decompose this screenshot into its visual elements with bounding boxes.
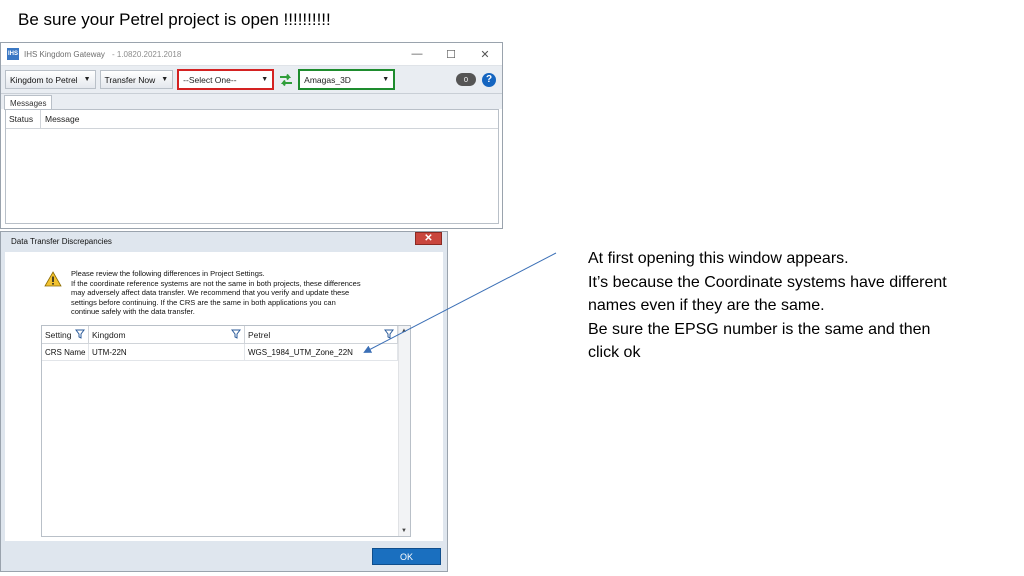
annotation-line: names even if they are the same.: [588, 297, 825, 314]
scroll-down-icon[interactable]: ▼: [401, 528, 407, 534]
cell-setting: CRS Name: [42, 344, 89, 360]
column-header-petrel[interactable]: Petrel: [245, 326, 398, 343]
messages-grid: Status Message: [5, 109, 499, 224]
table-row[interactable]: CRS Name UTM-22N WGS_1984_UTM_Zone_22N: [42, 344, 410, 361]
dialog-message: Please review the following differences …: [71, 269, 406, 317]
scroll-up-icon[interactable]: ▲: [401, 328, 407, 334]
filter-icon[interactable]: [231, 329, 241, 339]
column-header-status[interactable]: Status: [6, 110, 41, 128]
app-logo-icon: IHS: [7, 48, 19, 60]
column-header-message[interactable]: Message: [41, 110, 80, 128]
swap-arrows-icon[interactable]: [278, 72, 294, 88]
annotation-line: click ok: [588, 344, 641, 361]
close-button[interactable]: ✕: [468, 43, 502, 65]
annotation-line: Be sure the EPSG number is the same and …: [588, 320, 931, 338]
transfer-label: Transfer Now: [104, 74, 156, 85]
cell-petrel: WGS_1984_UTM_Zone_22N: [245, 344, 398, 360]
transfer-now-button[interactable]: Transfer Now ▼: [99, 70, 174, 89]
target-select-value: Amagas_3D: [304, 74, 351, 85]
column-header-setting[interactable]: Setting: [42, 326, 89, 343]
column-header-kingdom[interactable]: Kingdom: [89, 326, 245, 343]
app-logo-text: IHS: [7, 51, 18, 57]
dialog-message-line: settings before continuing. If the CRS a…: [71, 297, 336, 307]
chevron-down-icon: ▼: [83, 76, 91, 83]
help-icon[interactable]: ?: [482, 72, 496, 87]
column-header-label: Petrel: [248, 329, 271, 340]
direction-dropdown[interactable]: Kingdom to Petrel ▼: [5, 70, 96, 89]
slide-title: Be sure your Petrel project is open !!!!…: [18, 10, 331, 29]
discrepancies-dialog: Data Transfer Discrepancies ✕ Please rev…: [0, 231, 448, 572]
direction-label: Kingdom to Petrel: [10, 74, 78, 85]
minimize-button[interactable]: —: [400, 43, 434, 65]
cell-kingdom: UTM-22N: [89, 344, 245, 360]
dialog-title: Data Transfer Discrepancies: [11, 236, 112, 246]
chevron-down-icon: ▼: [161, 76, 169, 83]
dialog-message-line: may adversely affect data transfer. We r…: [71, 288, 350, 298]
discrepancies-grid-header: Setting Kingdom Petrel: [42, 326, 410, 344]
message-count-badge[interactable]: 0: [456, 73, 476, 86]
target-project-select[interactable]: Amagas_3D ▼: [298, 69, 396, 90]
tab-messages[interactable]: Messages: [4, 95, 53, 110]
filter-icon[interactable]: [75, 329, 85, 339]
vertical-scrollbar[interactable]: ▲ ▼: [398, 326, 410, 536]
tab-bar: Messages: [1, 94, 502, 110]
window-title: IHS Kingdom Gateway: [24, 49, 105, 59]
dialog-message-line: Please review the following differences …: [71, 269, 265, 278]
filter-icon[interactable]: [384, 329, 394, 339]
messages-grid-header: Status Message: [6, 110, 498, 129]
annotation-note: At first opening this window appears. It…: [588, 247, 947, 365]
source-project-select[interactable]: --Select One-- ▼: [177, 69, 275, 90]
chevron-down-icon: ▼: [382, 76, 390, 83]
column-header-label: Kingdom: [92, 329, 126, 340]
gateway-window: IHS IHS Kingdom Gateway - 1.0820.2021.20…: [0, 42, 503, 229]
chevron-down-icon: ▼: [261, 76, 269, 83]
dialog-message-line: If the coordinate reference systems are …: [71, 278, 361, 288]
dialog-close-button[interactable]: ✕: [415, 232, 442, 245]
dialog-body: Please review the following differences …: [5, 252, 443, 541]
annotation-line: It’s because the Coordinate systems have…: [588, 273, 947, 291]
ok-button[interactable]: OK: [372, 548, 441, 565]
window-version: - 1.0820.2021.2018: [111, 49, 182, 59]
column-header-label: Setting: [45, 329, 72, 340]
dialog-message-line: continue safely with the data transfer.: [71, 307, 195, 317]
window-controls: — ☐ ✕: [400, 43, 502, 65]
annotation-line: At first opening this window appears.: [588, 250, 849, 267]
toolbar: Kingdom to Petrel ▼ Transfer Now ▼ --Sel…: [1, 65, 502, 94]
window-titlebar: IHS IHS Kingdom Gateway - 1.0820.2021.20…: [1, 43, 502, 65]
source-select-value: --Select One--: [183, 74, 237, 85]
warning-icon: [44, 271, 62, 287]
maximize-button[interactable]: ☐: [434, 43, 468, 65]
discrepancies-grid: Setting Kingdom Petrel CRS Name UTM-22N …: [41, 325, 411, 537]
